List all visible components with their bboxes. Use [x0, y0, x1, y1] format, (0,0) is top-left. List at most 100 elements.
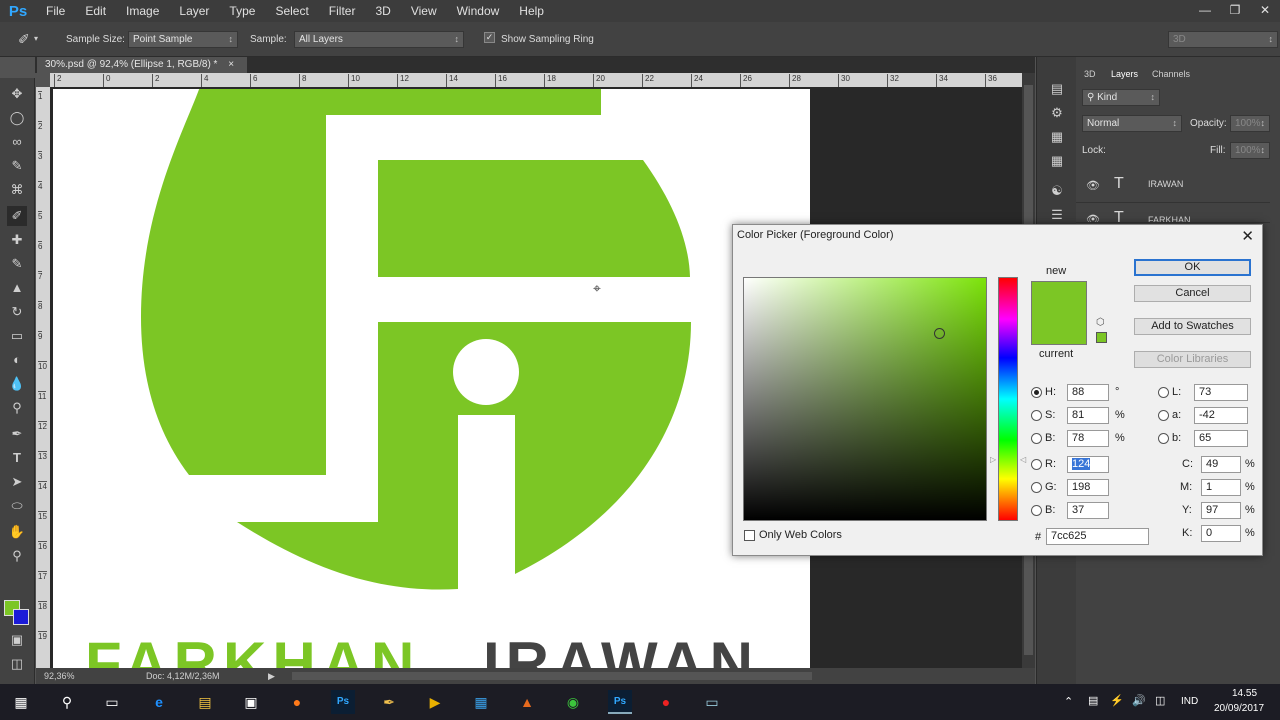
lightness-input[interactable]: 73: [1194, 384, 1248, 401]
web-safe-swatch[interactable]: [1096, 332, 1107, 343]
minimize-button[interactable]: —: [1190, 0, 1220, 22]
volume-icon[interactable]: 🔊: [1132, 694, 1146, 707]
hue-slider-left-arrow-icon[interactable]: ▷: [990, 455, 996, 464]
task-view-icon[interactable]: ▭: [100, 690, 124, 714]
notification-icon[interactable]: ◫: [1155, 694, 1165, 707]
b-lab-input[interactable]: 65: [1194, 430, 1248, 447]
lightness-radio[interactable]: [1158, 387, 1169, 398]
ok-button[interactable]: OK: [1134, 259, 1251, 276]
close-window-button[interactable]: ✕: [1250, 0, 1280, 22]
red-input[interactable]: 124: [1067, 456, 1109, 473]
network-icon[interactable]: ▤: [1088, 694, 1098, 707]
hue-radio[interactable]: [1031, 387, 1042, 398]
photoshop-taskbar-icon[interactable]: Ps: [331, 690, 355, 714]
adjustments-panel-icon[interactable]: ☯: [1047, 181, 1067, 201]
b-lab-radio[interactable]: [1158, 433, 1169, 444]
color-field[interactable]: [743, 277, 987, 521]
screen-mode-icon[interactable]: ◫: [7, 654, 27, 674]
move-tool-icon[interactable]: ✥: [7, 84, 27, 104]
menu-view[interactable]: View: [401, 4, 447, 18]
menu-3d[interactable]: 3D: [365, 4, 400, 18]
hex-input[interactable]: 7cc625: [1046, 528, 1149, 545]
power-icon[interactable]: ⚡: [1110, 694, 1124, 707]
dodge-tool-icon[interactable]: ⚲: [7, 398, 27, 418]
crop-tool-icon[interactable]: ⌘: [7, 180, 27, 200]
only-web-colors-checkbox[interactable]: [744, 530, 755, 541]
document-canvas[interactable]: FARKHAN IRAWAN: [53, 89, 810, 668]
status-menu-arrow-icon[interactable]: ▶: [268, 668, 275, 684]
sampling-ring-checkbox[interactable]: ✓: [484, 32, 495, 43]
file-explorer-icon[interactable]: ▤: [193, 690, 217, 714]
type-tool-icon[interactable]: T: [7, 448, 27, 468]
app-icon[interactable]: ◉: [561, 690, 585, 714]
eye-icon[interactable]: 👁: [1086, 179, 1100, 192]
a-radio[interactable]: [1158, 410, 1169, 421]
color-libraries-button[interactable]: Color Libraries: [1134, 351, 1251, 368]
layer-kind-filter[interactable]: ⚲ Kind: [1082, 89, 1160, 106]
opacity-input[interactable]: 100%: [1230, 115, 1270, 132]
bucket-tool-icon[interactable]: ◐: [7, 350, 27, 370]
styles-panel-icon[interactable]: ☰: [1047, 205, 1067, 225]
cancel-button[interactable]: Cancel: [1134, 285, 1251, 302]
search-icon[interactable]: ⚲: [55, 690, 79, 714]
sample-select[interactable]: All Layers: [294, 31, 464, 48]
menu-filter[interactable]: Filter: [319, 4, 366, 18]
firefox-icon[interactable]: ●: [285, 690, 309, 714]
stamp-tool-icon[interactable]: ▲: [7, 278, 27, 298]
zoom-level[interactable]: 92,36%: [44, 668, 75, 684]
black-input[interactable]: 0: [1201, 525, 1241, 542]
magenta-input[interactable]: 1: [1201, 479, 1241, 496]
eye-icon[interactable]: 👁: [1086, 213, 1100, 222]
zoom-tool-icon[interactable]: ⚲: [7, 546, 27, 566]
hue-input[interactable]: 88: [1067, 384, 1109, 401]
layer-row[interactable]: 👁 T FARKHAN: [1076, 205, 1270, 223]
menu-edit[interactable]: Edit: [75, 4, 116, 18]
saturation-input[interactable]: 81: [1067, 407, 1109, 424]
hand-tool-icon[interactable]: ✋: [7, 522, 27, 542]
close-icon[interactable]: ✕: [1241, 227, 1254, 245]
add-to-swatches-button[interactable]: Add to Swatches: [1134, 318, 1251, 335]
tab-layers[interactable]: Layers: [1111, 69, 1138, 79]
marquee-tool-icon[interactable]: ◯: [7, 108, 27, 128]
restore-button[interactable]: ❐: [1220, 0, 1250, 22]
chevron-down-icon[interactable]: ▾: [34, 34, 38, 43]
blend-mode-select[interactable]: Normal: [1082, 115, 1182, 132]
lasso-tool-icon[interactable]: ∞: [7, 132, 27, 152]
chevron-up-icon[interactable]: ⌃: [1064, 695, 1073, 708]
healing-tool-icon[interactable]: ✚: [7, 230, 27, 250]
quick-select-tool-icon[interactable]: ✎: [7, 156, 27, 176]
menu-type[interactable]: Type: [219, 4, 265, 18]
color-field-marker[interactable]: [934, 328, 945, 339]
app-icon[interactable]: ✒: [377, 690, 401, 714]
blur-tool-icon[interactable]: 💧: [7, 374, 27, 394]
yellow-input[interactable]: 97: [1201, 502, 1241, 519]
menu-select[interactable]: Select: [265, 4, 318, 18]
ellipse-tool-icon[interactable]: ⬭: [7, 496, 27, 516]
clock-date[interactable]: 20/09/2017: [1214, 703, 1264, 714]
sample-size-select[interactable]: Point Sample: [128, 31, 238, 48]
brush-tool-icon[interactable]: ✎: [7, 254, 27, 274]
cyan-input[interactable]: 49: [1201, 456, 1241, 473]
menu-layer[interactable]: Layer: [169, 4, 219, 18]
close-tab-icon[interactable]: ×: [228, 59, 234, 70]
tab-3d[interactable]: 3D: [1084, 69, 1096, 79]
a-input[interactable]: -42: [1194, 407, 1248, 424]
store-icon[interactable]: ▣: [239, 690, 263, 714]
history-brush-icon[interactable]: ↻: [7, 302, 27, 322]
eyedropper-icon[interactable]: ✐: [18, 31, 30, 48]
tab-channels[interactable]: Channels: [1152, 69, 1190, 79]
current-color-swatch[interactable]: [1032, 313, 1086, 344]
fill-input[interactable]: 100%: [1230, 142, 1270, 159]
horizontal-scrollbar[interactable]: [292, 672, 812, 680]
language-indicator[interactable]: IND: [1181, 696, 1198, 707]
windows-start-icon[interactable]: ▦: [9, 690, 33, 714]
clock-time[interactable]: 14.55: [1232, 688, 1257, 699]
green-radio[interactable]: [1031, 482, 1042, 493]
menu-help[interactable]: Help: [509, 4, 554, 18]
pen-tool-icon[interactable]: ✒: [7, 424, 27, 444]
quick-mask-icon[interactable]: ▣: [7, 630, 27, 650]
green-input[interactable]: 198: [1067, 479, 1109, 496]
properties-panel-icon[interactable]: ⚙: [1047, 103, 1067, 123]
hue-slider[interactable]: [998, 277, 1018, 521]
swatches-panel-icon[interactable]: ▦: [1047, 127, 1067, 147]
